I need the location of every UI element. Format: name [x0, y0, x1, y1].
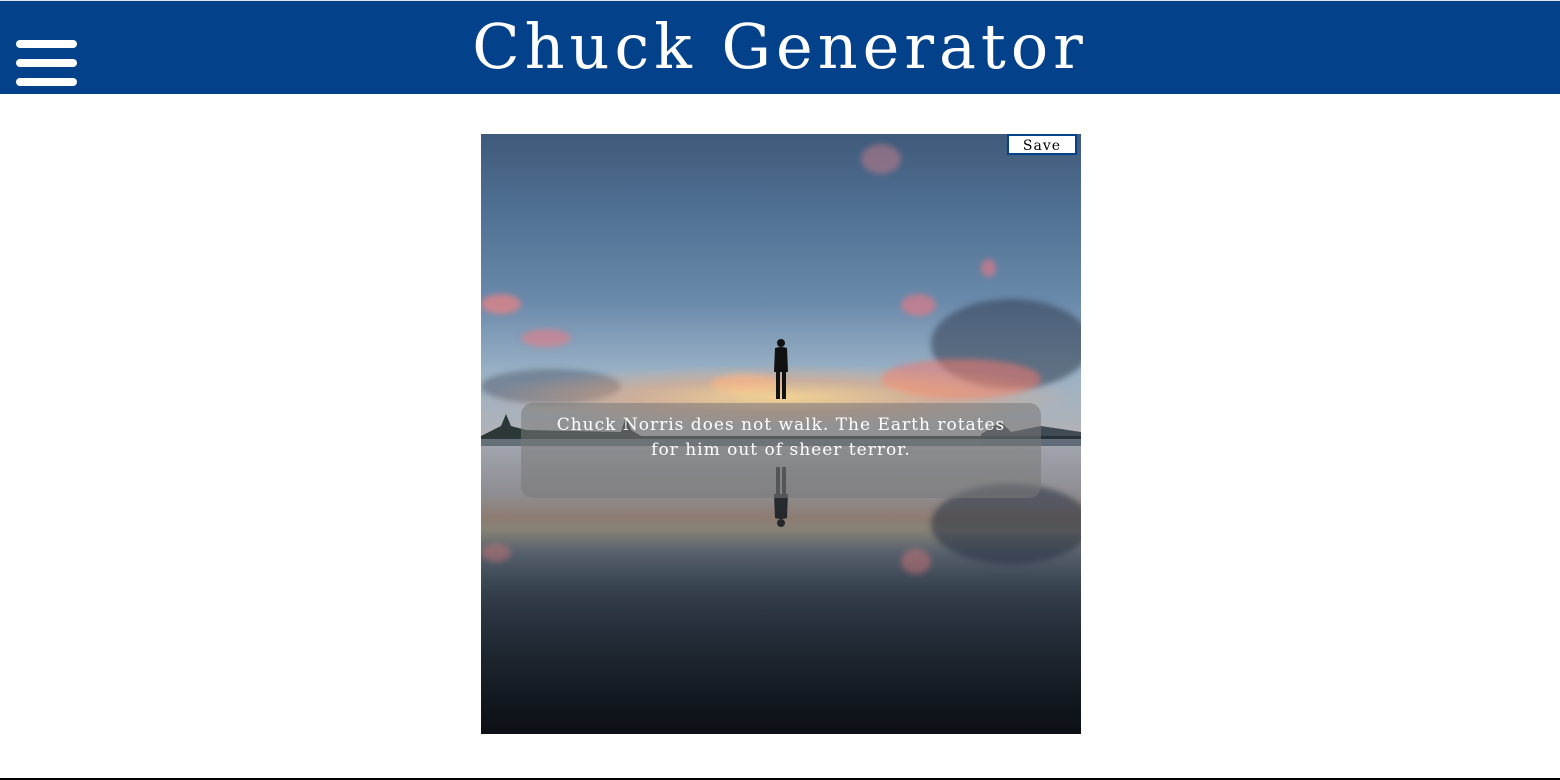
quote-text: Chuck Norris does not walk. The Earth ro…: [556, 415, 1006, 460]
sky-cloud: [901, 294, 936, 316]
sky-cloud: [481, 294, 521, 314]
header-top-border: [0, 0, 1560, 1]
water-reflection: [481, 544, 511, 562]
person-silhouette: [774, 339, 788, 399]
water-reflection: [901, 549, 931, 574]
save-button[interactable]: Save: [1007, 134, 1077, 155]
sky-cloud: [981, 259, 996, 277]
app-header: Chuck Generator: [0, 0, 1560, 94]
app-title: Chuck Generator: [472, 10, 1088, 83]
sky-cloud: [521, 329, 571, 347]
sky-cloud: [861, 144, 901, 174]
